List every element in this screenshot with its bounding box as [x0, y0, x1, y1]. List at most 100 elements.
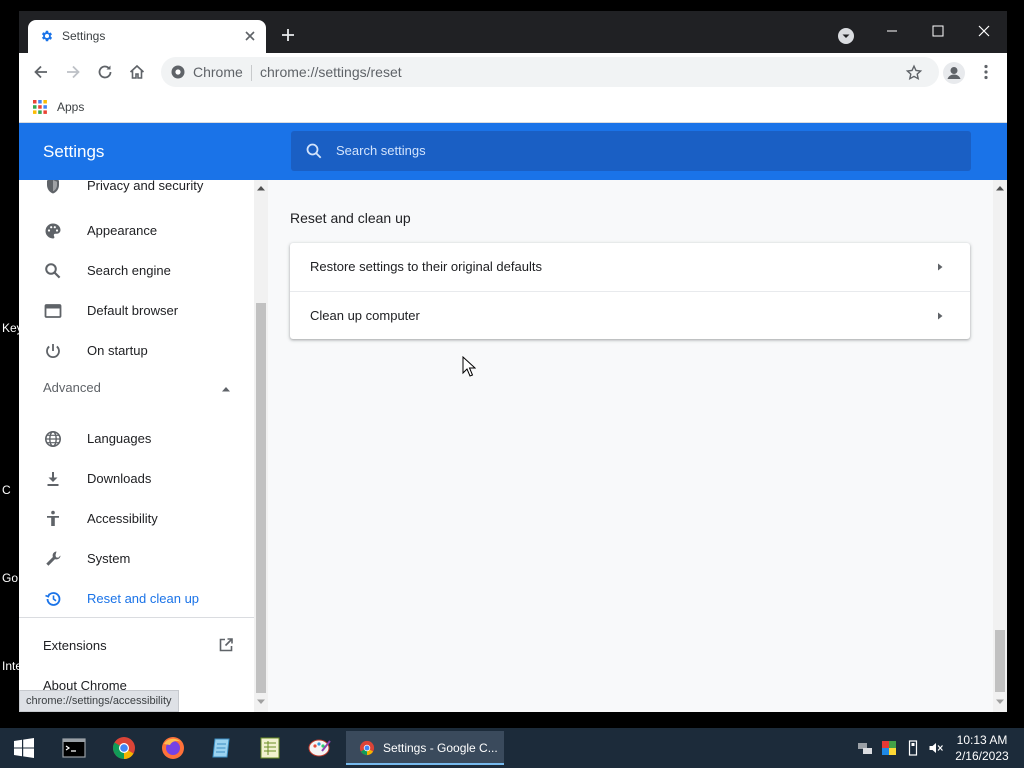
- omnibox-separator: [251, 65, 252, 81]
- sidebar-item-label: Reset and clean up: [87, 591, 200, 606]
- minimize-icon[interactable]: [876, 17, 908, 45]
- scroll-down-icon[interactable]: [256, 698, 266, 706]
- sidebar-item-downloads[interactable]: Downloads: [19, 459, 254, 499]
- chrome-icon: [359, 740, 375, 756]
- sidebar-item-extensions[interactable]: Extensions: [43, 638, 107, 653]
- home-icon[interactable]: [127, 62, 147, 82]
- collapse-arrow-icon[interactable]: [219, 382, 233, 396]
- sidebar-item-label: Search engine: [87, 263, 171, 278]
- open-in-new-icon[interactable]: [217, 636, 235, 654]
- sidebar-item-reset[interactable]: Reset and clean up: [19, 579, 254, 619]
- desktop-icon-label[interactable]: C: [2, 483, 11, 497]
- bookmarks-bar: Apps: [19, 91, 1007, 123]
- usb-icon[interactable]: [905, 740, 921, 756]
- person-icon: [947, 67, 961, 79]
- search-icon: [306, 143, 322, 159]
- network-icon[interactable]: [857, 740, 873, 756]
- apps-grid-icon[interactable]: [33, 100, 47, 114]
- globe-icon: [45, 431, 61, 447]
- tab-search-icon[interactable]: [837, 27, 855, 45]
- section-title: Reset and clean up: [290, 210, 411, 226]
- title-bar: Settings: [19, 11, 1007, 53]
- clock-date: 2/16/2023: [955, 749, 1009, 763]
- history-icon: [45, 592, 61, 606]
- chrome-window: Settings Chrome chrome://settings/reset: [19, 11, 1007, 712]
- settings-main: Reset and clean up Restore settings to t…: [268, 180, 993, 712]
- palette-icon: [45, 223, 61, 239]
- scrollbar-thumb[interactable]: [256, 303, 266, 693]
- sidebar-item-default-browser[interactable]: Default browser: [19, 291, 254, 331]
- desktop-icon-label[interactable]: Go: [2, 571, 18, 585]
- taskbar-window-title: Settings - Google C...: [383, 741, 498, 755]
- reset-card: Restore settings to their original defau…: [290, 243, 970, 339]
- scroll-up-icon[interactable]: [995, 184, 1005, 192]
- status-bubble: chrome://settings/accessibility: [19, 690, 179, 712]
- sidebar-scrollbar[interactable]: [254, 180, 268, 712]
- chrome-icon: [171, 65, 185, 79]
- sidebar-item-label: System: [87, 551, 131, 566]
- paint-icon[interactable]: [306, 734, 334, 762]
- taskbar-clock[interactable]: 10:13 AM 2/16/2023: [950, 732, 1014, 764]
- sidebar-item-label: On startup: [87, 343, 148, 358]
- page-title: Settings: [43, 142, 105, 161]
- apps-link[interactable]: Apps: [57, 100, 84, 114]
- scroll-up-icon[interactable]: [256, 184, 266, 192]
- maximize-icon[interactable]: [922, 17, 954, 45]
- spreadsheet-icon[interactable]: [256, 734, 284, 762]
- sidebar-divider: [19, 617, 254, 618]
- forward-icon[interactable]: [63, 62, 83, 82]
- download-icon: [47, 472, 59, 486]
- sidebar-item-system[interactable]: System: [19, 539, 254, 579]
- scroll-down-icon[interactable]: [995, 698, 1005, 706]
- url-text[interactable]: chrome://settings/reset: [260, 64, 402, 80]
- windows-start-icon[interactable]: [13, 738, 35, 758]
- tab-settings[interactable]: Settings: [28, 20, 266, 53]
- firefox-icon[interactable]: [159, 734, 187, 762]
- sidebar-item-on-startup[interactable]: On startup: [19, 331, 254, 371]
- address-bar[interactable]: Chrome chrome://settings/reset: [161, 57, 939, 87]
- advanced-section-toggle[interactable]: Advanced: [43, 380, 101, 395]
- arrow-right-icon: [938, 312, 943, 320]
- taskbar-chrome-window[interactable]: Settings - Google C...: [346, 731, 504, 765]
- sidebar-item-label: Downloads: [87, 471, 152, 486]
- mouse-cursor-icon: [462, 356, 476, 377]
- browser-icon: [44, 304, 62, 318]
- sidebar-item-label: Privacy and security: [87, 180, 204, 193]
- search-settings-input[interactable]: Search settings: [291, 131, 971, 171]
- more-menu-icon[interactable]: [977, 63, 995, 81]
- sidebar-item-label: Default browser: [87, 303, 179, 318]
- reload-icon[interactable]: [95, 62, 115, 82]
- settings-header: Settings Search settings: [19, 123, 1007, 180]
- sidebar-item-search-engine[interactable]: Search engine: [19, 251, 254, 291]
- sidebar-item-label: Languages: [87, 431, 152, 446]
- notepad-icon[interactable]: [208, 734, 236, 762]
- scrollbar-thumb[interactable]: [995, 630, 1005, 692]
- windows-taskbar: Settings - Google C... 10:13 AM 2/16/202…: [0, 728, 1024, 768]
- toolbar: Chrome chrome://settings/reset: [19, 53, 1007, 91]
- sidebar-item-languages[interactable]: Languages: [19, 419, 254, 459]
- sidebar-item-label: Appearance: [87, 223, 158, 238]
- settings-sidebar: Privacy and security Appearance Search e…: [19, 180, 254, 712]
- gear-icon: [41, 30, 53, 42]
- volume-muted-icon[interactable]: [928, 740, 944, 756]
- sidebar-item-appearance[interactable]: Appearance: [19, 211, 254, 251]
- row-label: Restore settings to their original defau…: [310, 259, 542, 274]
- restore-defaults-row[interactable]: Restore settings to their original defau…: [290, 243, 970, 291]
- chrome-icon[interactable]: [110, 734, 138, 762]
- omnibox-chip: Chrome: [193, 64, 243, 80]
- close-tab-icon[interactable]: [242, 28, 258, 44]
- sidebar-item-accessibility[interactable]: Accessibility: [19, 499, 254, 539]
- close-window-icon[interactable]: [968, 17, 1000, 45]
- bookmark-star-icon[interactable]: [905, 64, 923, 82]
- clean-up-computer-row[interactable]: Clean up computer: [290, 291, 970, 339]
- back-icon[interactable]: [31, 62, 51, 82]
- new-tab-icon[interactable]: [278, 25, 298, 45]
- sidebar-item-label: Accessibility: [87, 511, 158, 526]
- color-app-icon[interactable]: [881, 740, 897, 756]
- profile-avatar[interactable]: [943, 62, 965, 84]
- terminal-icon[interactable]: [60, 734, 88, 762]
- sidebar-item-privacy[interactable]: Privacy and security: [19, 180, 254, 206]
- tab-title: Settings: [62, 29, 106, 43]
- main-scrollbar[interactable]: [993, 180, 1007, 712]
- shield-icon: [47, 180, 59, 194]
